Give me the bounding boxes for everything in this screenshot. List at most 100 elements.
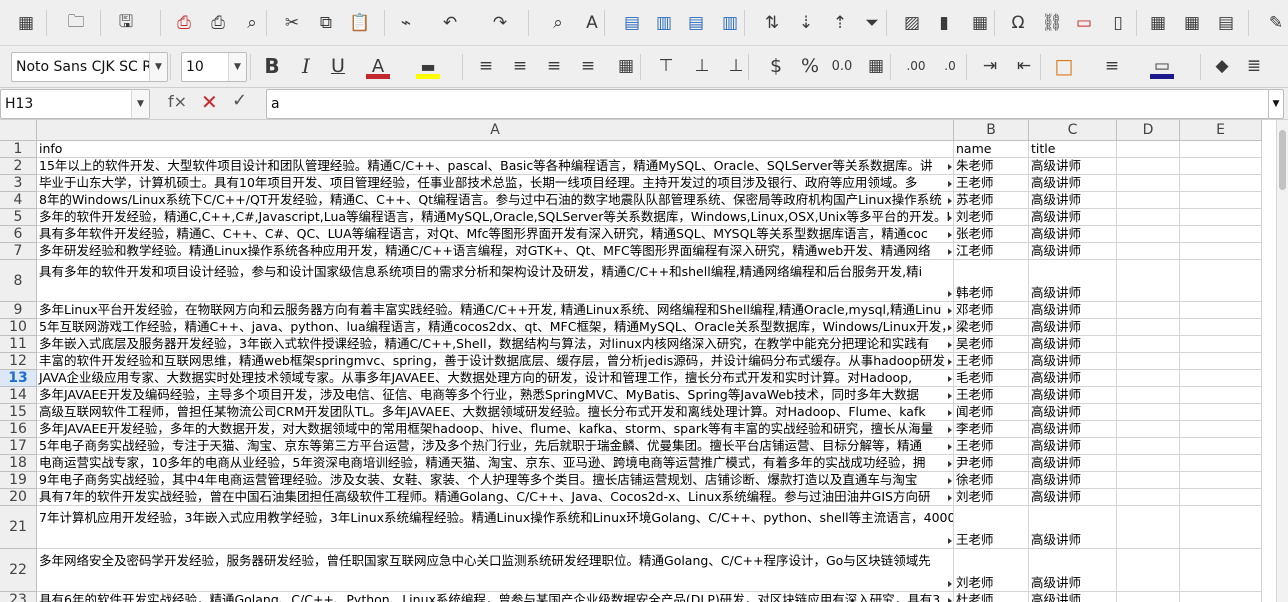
cell-a14[interactable]: 多年JAVAEE开发及编码经验，主导多个项目开发，涉及电信、征信、电商等多个行业… bbox=[37, 387, 954, 404]
cell-b15[interactable]: 闻老师 bbox=[954, 404, 1029, 421]
row-header[interactable]: 9 bbox=[0, 302, 37, 319]
cell-c4[interactable]: 高级讲师 bbox=[1029, 192, 1117, 209]
redo-icon[interactable]: ↷ bbox=[486, 9, 514, 37]
cell-a3[interactable]: 毕业于山东大学，计算机硕士。具有10年项目开发、项目管理经验，任事业部技术总监，… bbox=[37, 175, 954, 192]
cell-b2[interactable]: 朱老师 bbox=[954, 158, 1029, 175]
cell-c1[interactable]: title bbox=[1029, 141, 1117, 158]
comment-icon[interactable]: ▭ bbox=[1070, 9, 1098, 37]
cell-d18[interactable] bbox=[1117, 455, 1180, 472]
column-header-d[interactable]: D bbox=[1117, 120, 1180, 141]
cell-c2[interactable]: 高级讲师 bbox=[1029, 158, 1117, 175]
spreadsheet-icon[interactable]: ▦ bbox=[12, 9, 40, 37]
column-header-c[interactable]: C bbox=[1029, 120, 1117, 141]
cell-e6[interactable] bbox=[1180, 226, 1262, 243]
row-header[interactable]: 3 bbox=[0, 175, 37, 192]
pivot-table-icon[interactable]: ▦ bbox=[966, 9, 994, 37]
cell-d17[interactable] bbox=[1117, 438, 1180, 455]
cell-b14[interactable]: 王老师 bbox=[954, 387, 1029, 404]
border-style-icon[interactable]: ≡ bbox=[1098, 52, 1126, 80]
cell-e18[interactable] bbox=[1180, 455, 1262, 472]
font-size-box[interactable]: 10 ▼ bbox=[181, 52, 247, 82]
cell-e11[interactable] bbox=[1180, 336, 1262, 353]
header-footer-icon[interactable]: ▯ bbox=[1104, 9, 1132, 37]
cell-a9[interactable]: 多年Linux平台开发经验，在物联网方向和云服务器方向有着丰富实践经验。精通C/… bbox=[37, 302, 954, 319]
cell-c9[interactable]: 高级讲师 bbox=[1029, 302, 1117, 319]
cell-d11[interactable] bbox=[1117, 336, 1180, 353]
cell-c16[interactable]: 高级讲师 bbox=[1029, 421, 1117, 438]
row-header[interactable]: 17 bbox=[0, 438, 37, 455]
cell-c5[interactable]: 高级讲师 bbox=[1029, 209, 1117, 226]
cell-a1[interactable]: info bbox=[37, 141, 954, 158]
cell-e9[interactable] bbox=[1180, 302, 1262, 319]
cell-e15[interactable] bbox=[1180, 404, 1262, 421]
row-header[interactable]: 4 bbox=[0, 192, 37, 209]
cell-c15[interactable]: 高级讲师 bbox=[1029, 404, 1117, 421]
row-header[interactable]: 20 bbox=[0, 489, 37, 506]
align-middle-icon[interactable]: ⊥ bbox=[688, 52, 716, 80]
save-icon[interactable]: 🖫 bbox=[112, 9, 140, 37]
column-header-b[interactable]: B bbox=[954, 120, 1029, 141]
cell-b5[interactable]: 刘老师 bbox=[954, 209, 1029, 226]
cell-c23[interactable]: 高级讲师 bbox=[1029, 592, 1117, 602]
cell-b19[interactable]: 徐老师 bbox=[954, 472, 1029, 489]
cell-a11[interactable]: 多年嵌入式底层及服务器开发经验，3年嵌入式软件授课经验，精通C/C++,Shel… bbox=[37, 336, 954, 353]
special-character-icon[interactable]: Ω bbox=[1004, 9, 1032, 37]
sort-ascending-icon[interactable]: ⇣ bbox=[792, 9, 820, 37]
increase-indent-icon[interactable]: ⇥ bbox=[976, 52, 1004, 80]
expand-formula-bar-icon[interactable]: ▼ bbox=[1268, 89, 1284, 119]
underline-icon[interactable]: U bbox=[324, 52, 352, 80]
cell-a20[interactable]: 具有7年的软件开发实战经验，曾在中国石油集团担任高级软件工程师。精通Golang… bbox=[37, 489, 954, 506]
cell-d4[interactable] bbox=[1117, 192, 1180, 209]
split-window-icon[interactable]: ▤ bbox=[1212, 9, 1240, 37]
cell-d7[interactable] bbox=[1117, 243, 1180, 260]
row-header[interactable]: 16 bbox=[0, 421, 37, 438]
cell-b21[interactable]: 王老师 bbox=[954, 506, 1029, 549]
cell-b3[interactable]: 王老师 bbox=[954, 175, 1029, 192]
cell-e2[interactable] bbox=[1180, 158, 1262, 175]
cell-d20[interactable] bbox=[1117, 489, 1180, 506]
cell-a16[interactable]: 多年JAVAEE开发经验，多年的大数据开发，对大数据领域中的常用框架hadoop… bbox=[37, 421, 954, 438]
cell-c12[interactable]: 高级讲师 bbox=[1029, 353, 1117, 370]
autofilter-icon[interactable]: ⏷ bbox=[858, 9, 886, 37]
column-header-e[interactable]: E bbox=[1180, 120, 1262, 141]
cell-a2[interactable]: 15年以上的软件开发、大型软件项目设计和团队管理经验。精通C/C++、pasca… bbox=[37, 158, 954, 175]
delete-row-icon[interactable]: ▤ bbox=[682, 9, 710, 37]
cell-e23[interactable] bbox=[1180, 592, 1262, 602]
cell-a22[interactable]: 多年网络安全及密码学开发经验，服务器研发经验，曾任职国家互联网应急中心关口监测系… bbox=[37, 549, 954, 592]
cell-c22[interactable]: 高级讲师 bbox=[1029, 549, 1117, 592]
cell-b4[interactable]: 苏老师 bbox=[954, 192, 1029, 209]
row-header[interactable]: 18 bbox=[0, 455, 37, 472]
insert-chart-icon[interactable]: ▮ bbox=[930, 9, 958, 37]
cell-d5[interactable] bbox=[1117, 209, 1180, 226]
add-decimal-icon[interactable]: .00 bbox=[902, 52, 930, 80]
cell-e22[interactable] bbox=[1180, 549, 1262, 592]
hyperlink-icon[interactable]: ⛓ bbox=[1038, 9, 1066, 37]
cell-a4[interactable]: 8年的Windows/Linux系统下C/C++/QT开发经验，精通C、C++、… bbox=[37, 192, 954, 209]
cell-c6[interactable]: 高级讲师 bbox=[1029, 226, 1117, 243]
align-right-icon[interactable]: ≡ bbox=[540, 52, 568, 80]
column-header-a[interactable]: A bbox=[37, 120, 954, 141]
sort-icon[interactable]: ⇅ bbox=[758, 9, 786, 37]
row-header[interactable]: 22 bbox=[0, 549, 37, 592]
sort-descending-icon[interactable]: ⇡ bbox=[826, 9, 854, 37]
cell-a19[interactable]: 9年电子商务实战经验，其中4年电商运营管理经验。涉及女装、女鞋、家装、个人护理等… bbox=[37, 472, 954, 489]
cell-b13[interactable]: 毛老师 bbox=[954, 370, 1029, 387]
row-header[interactable]: 5 bbox=[0, 209, 37, 226]
percent-icon[interactable]: % bbox=[796, 52, 824, 80]
cell-e21[interactable] bbox=[1180, 506, 1262, 549]
cell-d2[interactable] bbox=[1117, 158, 1180, 175]
cell-d16[interactable] bbox=[1117, 421, 1180, 438]
column-icon[interactable]: ▥ bbox=[650, 9, 678, 37]
number-format-icon[interactable]: 0.0 bbox=[828, 52, 856, 80]
freeze-icon[interactable]: ▦ bbox=[1178, 9, 1206, 37]
cell-b8[interactable]: 韩老师 bbox=[954, 260, 1029, 302]
chevron-down-icon[interactable]: ▼ bbox=[228, 53, 246, 81]
currency-icon[interactable]: $ bbox=[762, 52, 790, 80]
cell-e16[interactable] bbox=[1180, 421, 1262, 438]
copy-icon[interactable]: ⧉ bbox=[312, 9, 340, 37]
cell-d9[interactable] bbox=[1117, 302, 1180, 319]
row-header[interactable]: 14 bbox=[0, 387, 37, 404]
cell-c19[interactable]: 高级讲师 bbox=[1029, 472, 1117, 489]
find-replace-icon[interactable]: ⌕ bbox=[544, 9, 572, 37]
cell-d1[interactable] bbox=[1117, 141, 1180, 158]
